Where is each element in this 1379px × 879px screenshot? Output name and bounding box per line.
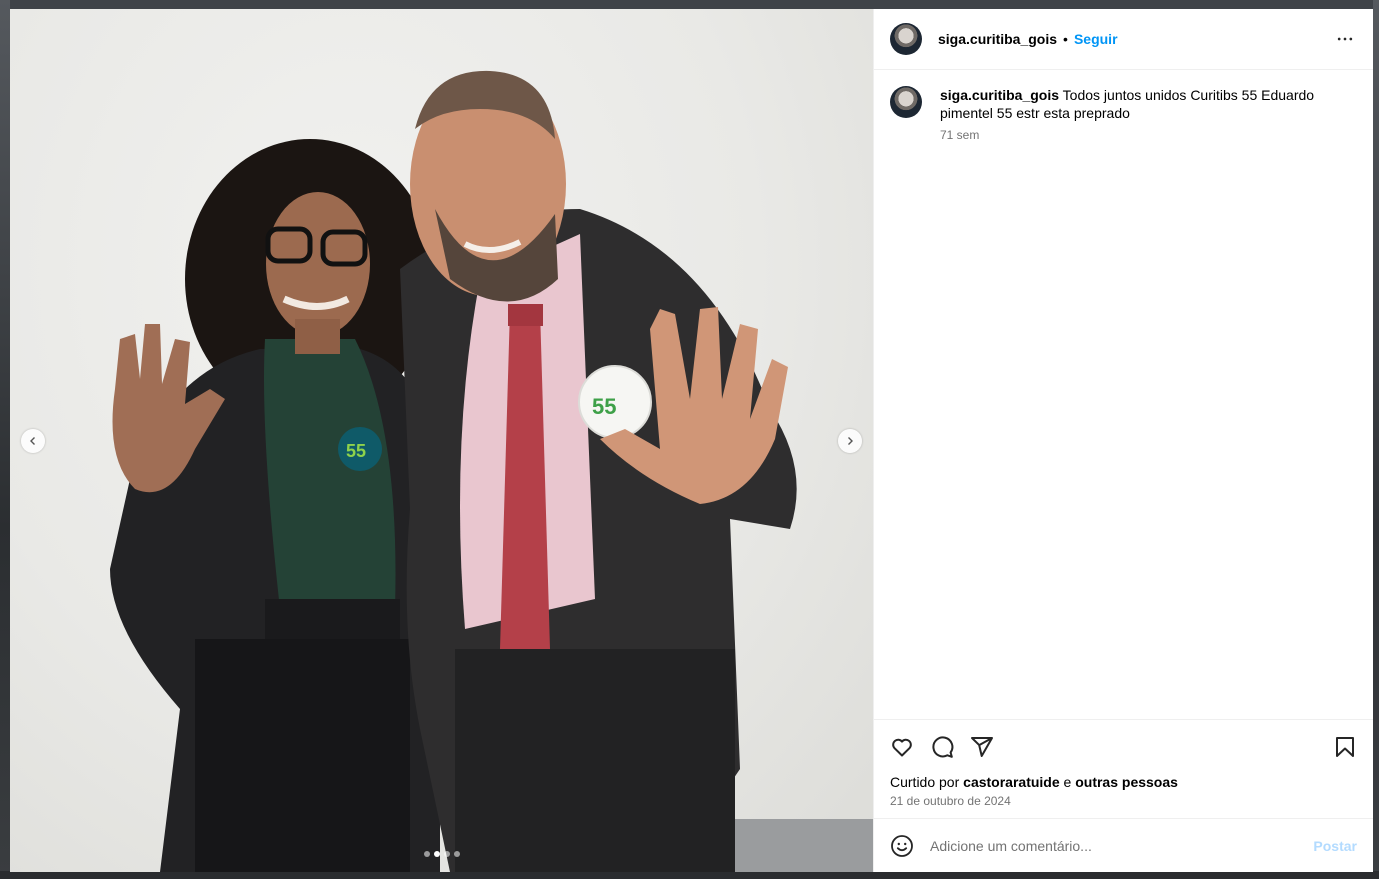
- caption-text: siga.curitiba_gois Todos juntos unidos C…: [940, 86, 1330, 122]
- post-details-panel: siga.curitiba_gois • Seguir siga.curitib…: [873, 9, 1373, 872]
- chevron-left-icon: [30, 437, 35, 445]
- comment-composer: Postar: [874, 818, 1373, 872]
- more-icon: [1337, 37, 1353, 41]
- post-header: siga.curitiba_gois • Seguir: [874, 9, 1373, 70]
- comment-button[interactable]: [930, 732, 970, 762]
- caption-timestamp[interactable]: 71 sem: [940, 128, 1330, 142]
- send-icon: [971, 737, 993, 757]
- share-button[interactable]: [970, 732, 1010, 762]
- bookmark-icon: [1336, 737, 1354, 757]
- backdrop-bottom: [0, 871, 1379, 879]
- actions-section: Curtido por castoraratuide e outras pess…: [874, 719, 1373, 818]
- carousel-prev-button[interactable]: [21, 429, 45, 453]
- comment-input[interactable]: [930, 837, 1314, 854]
- post-photo: 55 55: [110, 70, 873, 872]
- backdrop-left: [0, 0, 10, 879]
- like-button[interactable]: [890, 732, 930, 762]
- carousel-dot: [434, 851, 440, 857]
- sticker-number-woman: 55: [346, 441, 366, 461]
- carousel-dot: [454, 851, 460, 857]
- carousel-dot: [444, 851, 450, 857]
- backdrop-right: [1373, 0, 1379, 879]
- post-date[interactable]: 21 de outubro de 2024: [890, 794, 1357, 808]
- action-bar: [890, 732, 1357, 762]
- emoji-icon[interactable]: [890, 834, 914, 858]
- sticker-number-man: 55: [592, 394, 616, 419]
- header-username[interactable]: siga.curitiba_gois: [938, 31, 1057, 47]
- post-media: 55 55: [10, 9, 873, 872]
- save-button[interactable]: [1317, 732, 1357, 762]
- carousel-dot: [424, 851, 430, 857]
- more-options-button[interactable]: [1333, 27, 1357, 51]
- header-separator: •: [1063, 31, 1068, 47]
- post-comment-button[interactable]: Postar: [1313, 838, 1357, 854]
- caption: siga.curitiba_gois Todos juntos unidos C…: [890, 86, 1357, 142]
- chevron-right-icon: [848, 437, 853, 445]
- post-modal: 55 55 siga.curitiba_gois • Seguir siga.c…: [10, 9, 1373, 872]
- comments-section: siga.curitiba_gois Todos juntos unidos C…: [874, 70, 1373, 719]
- heart-icon: [892, 738, 912, 757]
- liked-by: Curtido por castoraratuide e outras pess…: [890, 774, 1178, 790]
- caption-username[interactable]: siga.curitiba_gois: [940, 87, 1059, 103]
- caption-avatar[interactable]: [890, 86, 922, 118]
- carousel-next-button[interactable]: [838, 429, 862, 453]
- follow-button[interactable]: Seguir: [1074, 31, 1118, 47]
- liked-by-others[interactable]: outras pessoas: [1075, 774, 1178, 790]
- carousel-indicator: [424, 851, 460, 857]
- comment-icon: [932, 736, 954, 758]
- avatar[interactable]: [890, 23, 922, 55]
- liked-by-user[interactable]: castoraratuide: [963, 774, 1059, 790]
